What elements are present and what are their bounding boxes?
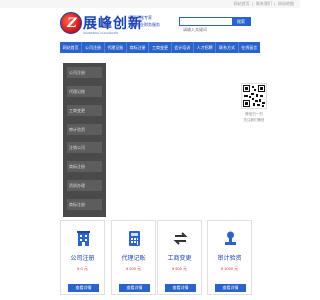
search-input[interactable] bbox=[180, 26, 232, 33]
view-details-button[interactable]: 查看详情 bbox=[165, 284, 196, 292]
logo-tagline-1: 代理记账专家 bbox=[128, 15, 152, 20]
service-card-company-registration[interactable]: 公司注册 ¥ 0 元 查看详情 bbox=[60, 220, 105, 295]
card-price: ¥ 0 元 bbox=[77, 266, 88, 271]
card-title: 代理记账 bbox=[121, 256, 146, 262]
side-item-trademark[interactable]: 商标注册 bbox=[67, 161, 102, 172]
nav-item-contact[interactable]: 联系方式 bbox=[216, 42, 239, 53]
nav-item-home[interactable]: 网站首页 bbox=[60, 42, 83, 53]
main-nav: 网站首页 公司注册 代理记账 商标注册 工商变更 会计培训 人才招聘 联系方式 … bbox=[60, 42, 260, 53]
side-item-company-registration[interactable]: 公司注册 bbox=[67, 67, 102, 78]
exchange-icon bbox=[172, 230, 189, 247]
card-price: ¥ 200 元 bbox=[125, 266, 142, 271]
qr-code bbox=[241, 83, 267, 109]
search-box: 搜索 bbox=[179, 17, 251, 33]
nav-item-business-change[interactable]: 工商变更 bbox=[149, 42, 172, 53]
logo-badge-icon: Z bbox=[60, 12, 82, 34]
card-title: 审计验资 bbox=[217, 256, 242, 262]
top-link-sitemap[interactable]: 网站地图 bbox=[278, 1, 294, 6]
top-links: 网站首页 | 联系我们 | 网站地图 bbox=[233, 1, 294, 6]
search-button[interactable]: 搜索 bbox=[232, 18, 250, 25]
side-item-trademark-2[interactable]: 商标注册 bbox=[67, 199, 102, 210]
side-menu: 公司注册 代理记账 工商变更 审计验资 注销公司 商标注册 资质办理 商标注册 bbox=[63, 63, 106, 217]
view-details-button[interactable]: 查看详情 bbox=[68, 284, 99, 292]
nav-item-jobs[interactable]: 人才招聘 bbox=[194, 42, 217, 53]
qr-caption-2: 关注我们微信 bbox=[243, 118, 265, 122]
view-details-button[interactable]: 查看详情 bbox=[215, 284, 246, 292]
nav-item-bookkeeping[interactable]: 代理记账 bbox=[105, 42, 127, 53]
stamp-icon bbox=[222, 230, 239, 247]
nav-item-company-registration[interactable]: 公司注册 bbox=[82, 42, 105, 53]
site-logo[interactable]: Z 展峰创新 代理记账专家 一流专业财务服务 ZHANFENG CHUANGXI… bbox=[60, 12, 160, 37]
card-title: 工商变更 bbox=[167, 256, 192, 262]
nav-item-training[interactable]: 会计培训 bbox=[172, 42, 194, 53]
qr-caption: 微信扫一扫 bbox=[245, 112, 263, 116]
logo-tagline-2: 一流专业财务服务 bbox=[128, 22, 160, 27]
side-item-audit[interactable]: 审计验资 bbox=[67, 124, 102, 135]
top-link-contact[interactable]: 联系我们 bbox=[256, 1, 272, 6]
nav-item-trademark[interactable]: 商标注册 bbox=[127, 42, 150, 53]
side-item-bookkeeping[interactable]: 代理记账 bbox=[67, 86, 102, 97]
card-price: ¥ 500 元 bbox=[171, 266, 188, 271]
side-item-qualification[interactable]: 资质办理 bbox=[67, 180, 102, 191]
card-price: ¥ 1000 元 bbox=[220, 266, 239, 271]
building-icon bbox=[75, 230, 92, 247]
calculator-icon bbox=[126, 230, 143, 247]
service-card-audit[interactable]: 审计验资 ¥ 1000 元 查看详情 bbox=[207, 220, 252, 295]
logo-subtitle: ZHANFENG CHUANGXIN bbox=[83, 31, 119, 35]
card-title: 公司注册 bbox=[70, 256, 95, 262]
nav-item-message[interactable]: 在线留言 bbox=[239, 42, 260, 53]
view-details-button[interactable]: 查看详情 bbox=[119, 284, 150, 292]
service-card-business-change[interactable]: 工商变更 ¥ 500 元 查看详情 bbox=[157, 220, 202, 295]
side-item-business-change[interactable]: 工商变更 bbox=[67, 105, 102, 116]
service-card-bookkeeping[interactable]: 代理记账 ¥ 200 元 查看详情 bbox=[111, 220, 156, 295]
top-link-home[interactable]: 网站首页 bbox=[234, 1, 250, 6]
side-item-deregistration[interactable]: 注销公司 bbox=[67, 142, 102, 153]
